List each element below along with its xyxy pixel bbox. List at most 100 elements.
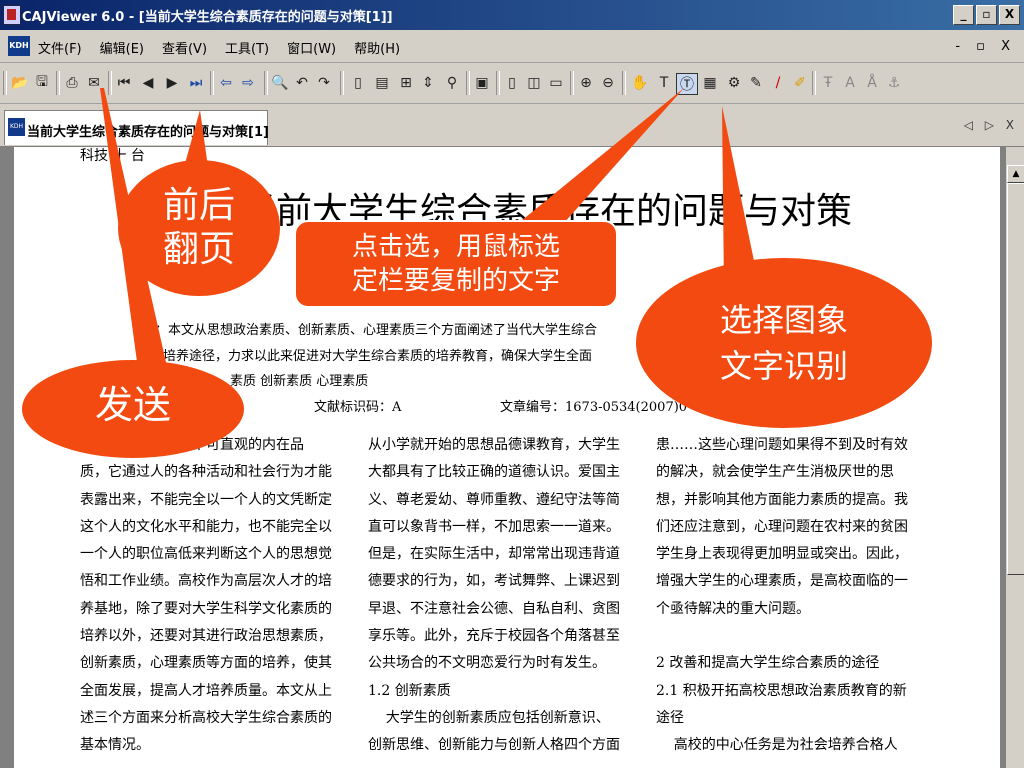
text-column-1: 素质是一种潜在的不可直观的内在品 质，它通过人的各种活动和社会行为才能 表露出来… — [80, 432, 332, 760]
toolbar-separator — [812, 71, 816, 95]
last-page-icon[interactable]: ⏭ — [186, 73, 206, 93]
title-bar: CAJViewer 6.0 - [当前大学生综合素质存在的问题与对策[1]] _… — [0, 0, 1024, 30]
toolbar-separator — [210, 71, 214, 95]
pen-icon[interactable]: / — [768, 73, 788, 93]
text-line: 全面发展，提高人才培养质量。本文从上 — [80, 682, 332, 699]
document-tab-bar: KDH 当前大学生综合素质存在的问题与对策[1] ◁ ▷ X — [0, 104, 1024, 147]
strikethrough-icon[interactable]: Ŧ — [818, 73, 838, 93]
document-tab-label: 当前大学生综合素质存在的问题与对策[1] — [27, 125, 269, 140]
keywords-line: 素质 创新素质 心理素质 — [230, 374, 369, 389]
text-column-2: 从小学就开始的思想品德课教育，大学生 大都具有了比较正确的道德认识。爱国主 义、… — [368, 432, 620, 760]
open-icon[interactable]: 📂 — [10, 73, 30, 93]
select-text-icon[interactable]: Ⓣ — [676, 73, 698, 95]
prev-page-icon[interactable]: ◀ — [138, 73, 158, 93]
article-number: 文章编号：1673-0534(2007)0 — [500, 400, 688, 415]
underline-text-icon[interactable]: A — [840, 73, 860, 93]
note-icon[interactable]: ✎ — [746, 73, 766, 93]
text-line: 培养以外，还要对其进行政治思想素质， — [80, 628, 332, 645]
scroll-thumb[interactable] — [1007, 183, 1024, 575]
link-icon[interactable]: ⚲ — [442, 73, 462, 93]
fit-icon[interactable]: ⇕ — [418, 73, 438, 93]
text-line: 从小学就开始的思想品德课教育，大学生 — [368, 437, 620, 453]
text-line: 学生身上表现得更加明显或突出。因此， — [656, 546, 908, 563]
minimize-button[interactable]: _ — [953, 5, 974, 25]
anchor-icon[interactable]: ⚓ — [884, 73, 904, 93]
document-window-controls[interactable]: - ▫ X — [955, 39, 1016, 54]
toolbar: 📂 🖫 ⎙ ✉ ⏮ ◀ ▶ ⏭ ⇦ ⇨ 🔍 ↶ ↷ ▯ ▤ ⊞ ⇕ ⚲ ▣ ▯ … — [0, 63, 1024, 104]
forward-icon[interactable]: ⇨ — [238, 73, 258, 93]
ocr-icon[interactable]: ▦ — [700, 73, 720, 93]
first-page-icon[interactable]: ⏮ — [114, 73, 134, 93]
redo-icon[interactable]: ↷ — [314, 73, 334, 93]
restore-button[interactable]: ▫ — [976, 5, 997, 25]
thumbnail-icon[interactable]: ▣ — [472, 73, 492, 93]
text-line: 一个人的职位高低来判断这个人的思想觉 — [80, 546, 332, 563]
send-icon[interactable]: ✉ — [84, 73, 104, 93]
text-a-icon[interactable]: Å — [862, 73, 882, 93]
menu-file[interactable]: 文件(F) — [38, 38, 82, 57]
snapshot-icon[interactable]: ⚙ — [724, 73, 744, 93]
send-callout: 发送 — [22, 360, 244, 458]
ocr-callout: 选择图象 文字识别 — [636, 258, 932, 428]
text-line: 养基地，除了要对大学生科学文化素质的 — [80, 600, 332, 617]
kdh-logo-icon: KDH — [8, 36, 30, 56]
text-select-icon[interactable]: T — [654, 73, 674, 93]
highlighter-icon[interactable]: ✐ — [790, 73, 810, 93]
text-line: 述三个方面来分析高校大学生综合素质的 — [80, 709, 332, 726]
abstract-line-2: 其培养途径，力求以此来促进对大学生综合素质的培养教育，确保大学生全面 — [150, 349, 593, 364]
continuous-page-icon[interactable]: ▤ — [372, 73, 392, 93]
single-page-icon[interactable]: ▯ — [348, 73, 368, 93]
hand-icon[interactable]: ✋ — [630, 73, 650, 93]
doc-code: 文献标识码：A — [314, 400, 402, 415]
text-line: 表露出来，不能完全以一个人的文凭断定 — [80, 491, 332, 508]
text-line: 大学生的创新素质应包括创新意识、 — [368, 709, 610, 726]
text-line: 创新素质，心理素质等方面的培养，使其 — [80, 655, 332, 672]
text-line: 但是，在实际生活中，却常常出现违背道 — [368, 546, 620, 563]
menu-help[interactable]: 帮助(H) — [354, 38, 400, 57]
text-line: 大都具有了比较正确的道德认识。爱国主 — [368, 464, 620, 481]
section-heading: 2 改善和提高大学生综合素质的途径 — [656, 655, 880, 672]
toolbar-separator — [466, 71, 470, 95]
toolbar-separator — [622, 71, 626, 95]
document-tab[interactable]: KDH 当前大学生综合素质存在的问题与对策[1] — [4, 110, 269, 145]
app-icon — [3, 5, 21, 25]
tab-navigation-controls[interactable]: ◁ ▷ X — [964, 118, 1018, 132]
text-line: 这个人的文化水平和能力，也不能完全以 — [80, 518, 332, 535]
section-heading: 1.2 创新素质 — [368, 682, 451, 699]
text-line: 患……这些心理问题如果得不到及时有效 — [656, 437, 908, 453]
book-icon[interactable]: ▭ — [546, 73, 566, 93]
menu-bar: KDH 文件(F) 编辑(E) 查看(V) 工具(T) 窗口(W) 帮助(H) … — [0, 30, 1024, 63]
facing-page-icon[interactable]: ⊞ — [396, 73, 416, 93]
menu-window[interactable]: 窗口(W) — [287, 38, 336, 57]
text-line: 想，并影响其他方面能力素质的提高。我 — [656, 491, 908, 508]
save-icon[interactable]: 🖫 — [32, 73, 52, 93]
print-icon[interactable]: ⎙ — [62, 73, 82, 93]
text-line: 质，它通过人的各种活动和社会行为才能 — [80, 464, 332, 481]
text-line: 们还应注意到，心理问题在农村来的贫困 — [656, 518, 908, 535]
zoom-in-icon[interactable]: ⊕ — [576, 73, 596, 93]
zoom-out-icon[interactable]: ⊖ — [598, 73, 618, 93]
menu-edit[interactable]: 编辑(E) — [100, 38, 144, 57]
page-icon[interactable]: ▯ — [502, 73, 522, 93]
two-page-icon[interactable]: ◫ — [524, 73, 544, 93]
text-line: 公共场合的不文明恋爱行为时有发生。 — [368, 655, 606, 672]
close-button[interactable]: X — [999, 5, 1020, 25]
toolbar-separator — [570, 71, 574, 95]
back-icon[interactable]: ⇦ — [216, 73, 236, 93]
page-turn-callout: 前后 翻页 — [118, 160, 280, 296]
menu-tools[interactable]: 工具(T) — [225, 38, 269, 57]
next-page-icon[interactable]: ▶ — [162, 73, 182, 93]
select-text-callout: 点击选，用鼠标选 定栏要复制的文字 — [294, 220, 618, 308]
window-controls: _ ▫ X — [953, 5, 1020, 25]
undo-icon[interactable]: ↶ — [292, 73, 312, 93]
toolbar-separator — [56, 71, 60, 95]
vertical-scrollbar[interactable]: ▲ — [1006, 147, 1024, 768]
text-line: 增强大学生的心理素质，是高校面临的一 — [656, 573, 908, 590]
menu-view[interactable]: 查看(V) — [162, 38, 207, 57]
text-column-3: 患……这些心理问题如果得不到及时有效 的解决，就会使学生产生消极厌世的思 想，并… — [656, 432, 908, 760]
scroll-up-icon[interactable]: ▲ — [1007, 165, 1024, 183]
find-icon[interactable]: 🔍 — [270, 73, 290, 93]
header-fragment: 科技 十 台 — [80, 148, 145, 164]
section-heading: 2.1 积极开拓高校思想政治素质教育的新 — [656, 682, 907, 699]
